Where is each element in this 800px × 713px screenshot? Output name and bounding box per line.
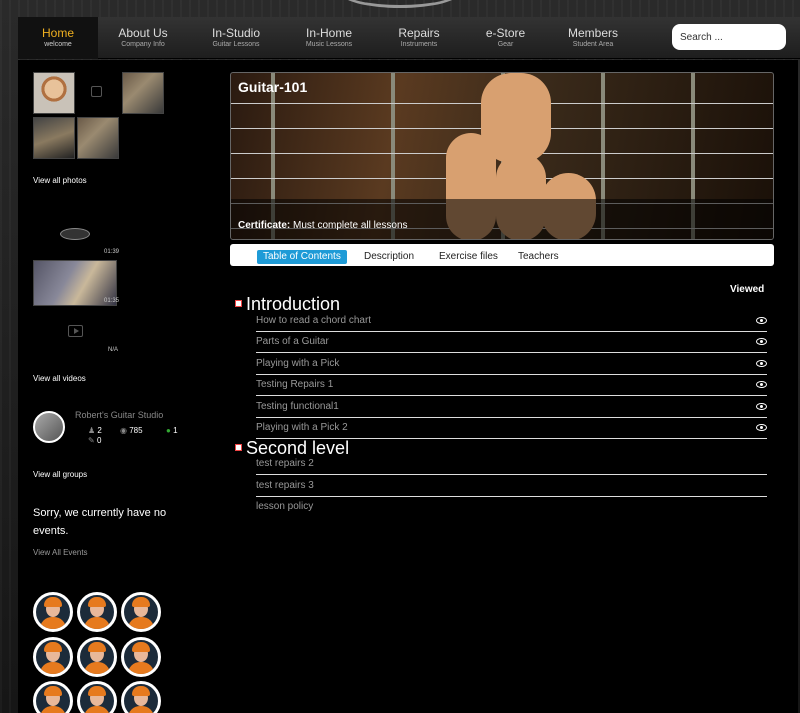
tab-exercise-files[interactable]: Exercise files [433, 250, 504, 264]
lesson-item[interactable]: test repairs 3 [256, 476, 767, 497]
content-area: View all photos 01:39 01:35 N/A View all… [18, 60, 798, 713]
photo-thumb[interactable] [122, 72, 164, 114]
nav-estore-label: e-Store [485, 26, 526, 40]
lesson-item[interactable]: How to read a chord chart [256, 311, 767, 332]
group-avatar[interactable] [33, 411, 65, 443]
group-members-count: 2 [97, 426, 102, 435]
nav-in-home-sub: Music Lessons [305, 41, 353, 48]
expand-icon [235, 444, 242, 451]
group-edits-count: 0 [96, 436, 102, 445]
nav-in-studio[interactable]: In-Studio Guitar Lessons [201, 17, 271, 59]
photo-thumb[interactable] [77, 117, 119, 159]
certificate-info: Certificate: Must complete all lessons [231, 199, 773, 239]
comment-icon: ● [166, 426, 171, 435]
viewed-eye-icon [756, 360, 767, 367]
viewed-column-header: Viewed [730, 284, 765, 295]
lesson-item[interactable]: Testing Repairs 1 [256, 375, 767, 396]
certificate-text: Must complete all lessons [293, 220, 408, 231]
tab-description[interactable]: Description [358, 250, 420, 264]
lesson-title: test repairs 2 [256, 458, 314, 469]
certificate-label: Certificate: [238, 220, 291, 231]
lesson-title: Testing Repairs 1 [256, 379, 334, 390]
photo-thumb[interactable] [33, 117, 75, 159]
no-events-message: Sorry, we currently have no events. [33, 507, 167, 537]
lesson-item[interactable]: test repairs 2 [256, 454, 767, 475]
course-title: Guitar-101 [238, 79, 308, 95]
video-duration: 01:39 [104, 249, 120, 255]
course-tabs: Table of Contents Description Exercise f… [230, 244, 774, 266]
lesson-title: Testing functional1 [256, 401, 339, 412]
member-avatar[interactable] [121, 681, 161, 713]
nav-estore[interactable]: e-Store Gear [473, 17, 538, 59]
lesson-title: Playing with a Pick [256, 358, 340, 369]
video-duration: 01:35 [104, 298, 120, 304]
nav-home-sub: welcome [44, 41, 72, 48]
lesson-item[interactable]: Testing functional1 [256, 397, 767, 418]
member-avatar[interactable] [77, 681, 117, 713]
lesson-item[interactable]: lesson policy [256, 497, 767, 518]
nav-home[interactable]: Home welcome [18, 17, 98, 59]
viewed-eye-icon [756, 424, 767, 431]
nav-home-label: Home [41, 26, 74, 40]
nav-repairs-sub: Instruments [400, 41, 438, 48]
photo-placeholder-icon [91, 86, 102, 97]
member-avatar[interactable] [33, 592, 73, 632]
group-edits-stat: ✎ 0 [88, 436, 101, 445]
lesson-item[interactable]: Playing with a Pick [256, 354, 767, 375]
nav-about-sub: Company Info [121, 41, 165, 48]
view-all-groups-link[interactable]: View all groups [33, 470, 87, 479]
member-avatar[interactable] [77, 637, 117, 677]
eye-icon: ◉ [120, 426, 127, 435]
nav-in-home[interactable]: In-Home Music Lessons [294, 17, 364, 59]
group-name[interactable]: Robert's Guitar Studio [75, 410, 163, 420]
expand-icon [235, 300, 242, 307]
viewed-eye-icon [756, 317, 767, 324]
nav-repairs[interactable]: Repairs Instruments [384, 17, 454, 59]
nav-about[interactable]: About Us Company Info [108, 17, 178, 59]
member-avatar[interactable] [33, 681, 73, 713]
lesson-title: lesson policy [256, 501, 314, 512]
members-icon: ♟ [88, 426, 96, 435]
member-avatar[interactable] [33, 637, 73, 677]
group-comments-count: 1 [173, 426, 178, 435]
nav-in-studio-sub: Guitar Lessons [212, 41, 260, 48]
view-all-events-link[interactable]: View All Events [33, 548, 88, 557]
group-views-stat: ◉ 785 [120, 426, 143, 435]
group-members-stat: ♟ 2 [88, 426, 102, 435]
lesson-title: How to read a chord chart [256, 315, 372, 326]
lesson-title: Playing with a Pick 2 [256, 422, 348, 433]
group-views-count: 785 [129, 426, 143, 435]
pencil-icon: ✎ [88, 436, 95, 445]
nav-members[interactable]: Members Student Area [558, 17, 628, 59]
play-icon[interactable] [68, 325, 83, 337]
viewed-eye-icon [756, 338, 767, 345]
video-duration: N/A [108, 347, 119, 353]
member-avatar[interactable] [77, 592, 117, 632]
nav-in-home-label: In-Home [305, 26, 352, 40]
view-all-photos-link[interactable]: View all photos [33, 176, 87, 185]
viewed-eye-icon [756, 403, 767, 410]
view-all-videos-link[interactable]: View all videos [33, 374, 86, 383]
tab-table-of-contents[interactable]: Table of Contents [257, 250, 347, 264]
nav-about-label: About Us [118, 26, 168, 40]
tab-teachers[interactable]: Teachers [512, 250, 565, 264]
nav-members-sub: Student Area [572, 41, 614, 48]
member-avatar[interactable] [121, 592, 161, 632]
viewed-eye-icon [756, 381, 767, 388]
nav-members-label: Members [567, 26, 618, 40]
lesson-title: Parts of a Guitar [256, 336, 329, 347]
nav-estore-sub: Gear [497, 41, 514, 48]
nav-in-studio-label: In-Studio [211, 26, 261, 40]
group-comments-stat: ● 1 [166, 426, 178, 435]
lesson-item[interactable]: Parts of a Guitar [256, 332, 767, 353]
photo-thumb[interactable] [33, 72, 75, 114]
search-input[interactable] [672, 24, 786, 50]
course-hero-image: Guitar-101 Certificate: Must complete al… [230, 72, 774, 240]
member-avatar[interactable] [121, 637, 161, 677]
nav-repairs-label: Repairs [398, 26, 440, 40]
video-logo-thumb[interactable] [60, 228, 90, 240]
lesson-title: test repairs 3 [256, 480, 314, 491]
lesson-item[interactable]: Playing with a Pick 2 [256, 418, 767, 439]
